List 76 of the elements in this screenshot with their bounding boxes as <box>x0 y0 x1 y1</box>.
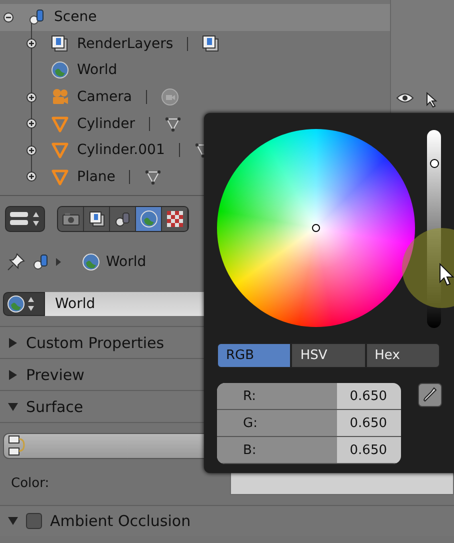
globe-icon <box>82 253 100 271</box>
checkbox[interactable] <box>26 513 42 529</box>
color-swatch[interactable] <box>230 471 454 495</box>
world-browse-button[interactable] <box>3 292 45 316</box>
panel-title: Surface <box>26 398 84 416</box>
panel-title: Ambient Occlusion <box>50 512 191 530</box>
disclosure-triangle-icon[interactable] <box>8 370 18 380</box>
mesh-data-icon[interactable] <box>164 114 182 133</box>
mesh-data-icon[interactable] <box>144 168 162 186</box>
triangle-icon <box>51 168 69 186</box>
panel-title: Custom Properties <box>26 334 164 352</box>
checkerboard-icon <box>166 211 182 227</box>
disclosure-triangle-icon[interactable] <box>8 402 18 412</box>
panel-title: Preview <box>26 366 84 384</box>
world-tab[interactable] <box>136 207 162 231</box>
eyedropper-icon <box>423 387 437 403</box>
globe-icon <box>140 210 158 228</box>
mode-tab[interactable]: HSV <box>291 343 366 368</box>
expand-toggle-icon[interactable] <box>26 144 37 156</box>
channel-value: 0.650 <box>350 442 387 458</box>
expand-toggle-icon[interactable] <box>26 171 37 182</box>
triangle-icon <box>51 114 69 133</box>
camera-icon <box>62 211 80 227</box>
scene-icon <box>28 8 46 26</box>
scene-icon <box>114 211 132 227</box>
scene-label: Scene <box>54 9 97 26</box>
scene-tab[interactable] <box>110 207 136 231</box>
color-label: Color: <box>11 476 50 490</box>
breadcrumb-label: World <box>106 254 146 270</box>
triangle-icon <box>51 141 69 160</box>
channel-value: 0.650 <box>350 416 387 430</box>
channel-label: B: <box>243 442 256 458</box>
texture-tab[interactable] <box>162 207 188 231</box>
channel-label: G: <box>243 416 258 430</box>
object-label: Plane <box>77 168 116 185</box>
expand-toggle-icon[interactable] <box>26 38 37 50</box>
collapse-toggle-icon[interactable] <box>3 12 14 23</box>
slider-thumb[interactable] <box>430 158 439 168</box>
object-label: Camera <box>77 89 132 106</box>
outliner-row[interactable]: World <box>0 57 454 84</box>
object-label: Cylinder.001 <box>77 142 165 158</box>
outliner-row[interactable]: Plane <box>0 164 454 190</box>
channel-label: R: <box>243 388 256 404</box>
render-tab[interactable] <box>58 207 84 231</box>
outliner-row[interactable]: Scene <box>0 4 390 31</box>
image-stack-icon <box>51 34 69 53</box>
camera-icon <box>51 88 69 106</box>
image-stack-icon <box>88 211 106 227</box>
channel-slider-field[interactable]: G: 0.650 <box>217 410 401 437</box>
cursor-arrow-icon[interactable] <box>426 92 438 108</box>
object-label: World <box>77 62 118 78</box>
mouse-cursor-icon <box>439 263 454 287</box>
channel-slider-field[interactable]: R: 0.650 <box>217 383 401 410</box>
channel-value: 0.650 <box>350 388 387 404</box>
object-label: Cylinder <box>77 116 135 132</box>
eye-icon[interactable] <box>396 92 414 104</box>
breadcrumb-arrow-icon <box>56 258 62 266</box>
renderlayers-tab[interactable] <box>84 207 110 231</box>
eyedropper-button[interactable] <box>418 383 442 407</box>
globe-icon <box>51 61 69 80</box>
expand-toggle-icon[interactable] <box>26 92 37 103</box>
channel-slider-field[interactable]: B: 0.650 <box>217 437 401 464</box>
outliner-row[interactable]: RenderLayers <box>0 30 454 58</box>
editor-type-button[interactable] <box>5 206 45 232</box>
outliner-row[interactable]: Camera <box>0 84 454 110</box>
pin-icon[interactable] <box>6 252 26 272</box>
outliner-row[interactable]: Cylinder <box>0 110 454 137</box>
scene-icon <box>32 253 50 271</box>
disclosure-triangle-icon[interactable] <box>8 516 18 526</box>
value-slider[interactable] <box>427 130 441 328</box>
mode-tab[interactable]: Hex <box>366 343 440 368</box>
object-label: RenderLayers <box>77 36 174 52</box>
disclosure-triangle-icon[interactable] <box>8 338 18 348</box>
expand-toggle-icon[interactable] <box>26 118 37 130</box>
mode-tab[interactable]: RGB <box>217 343 292 368</box>
image-stack-icon[interactable] <box>202 34 220 53</box>
